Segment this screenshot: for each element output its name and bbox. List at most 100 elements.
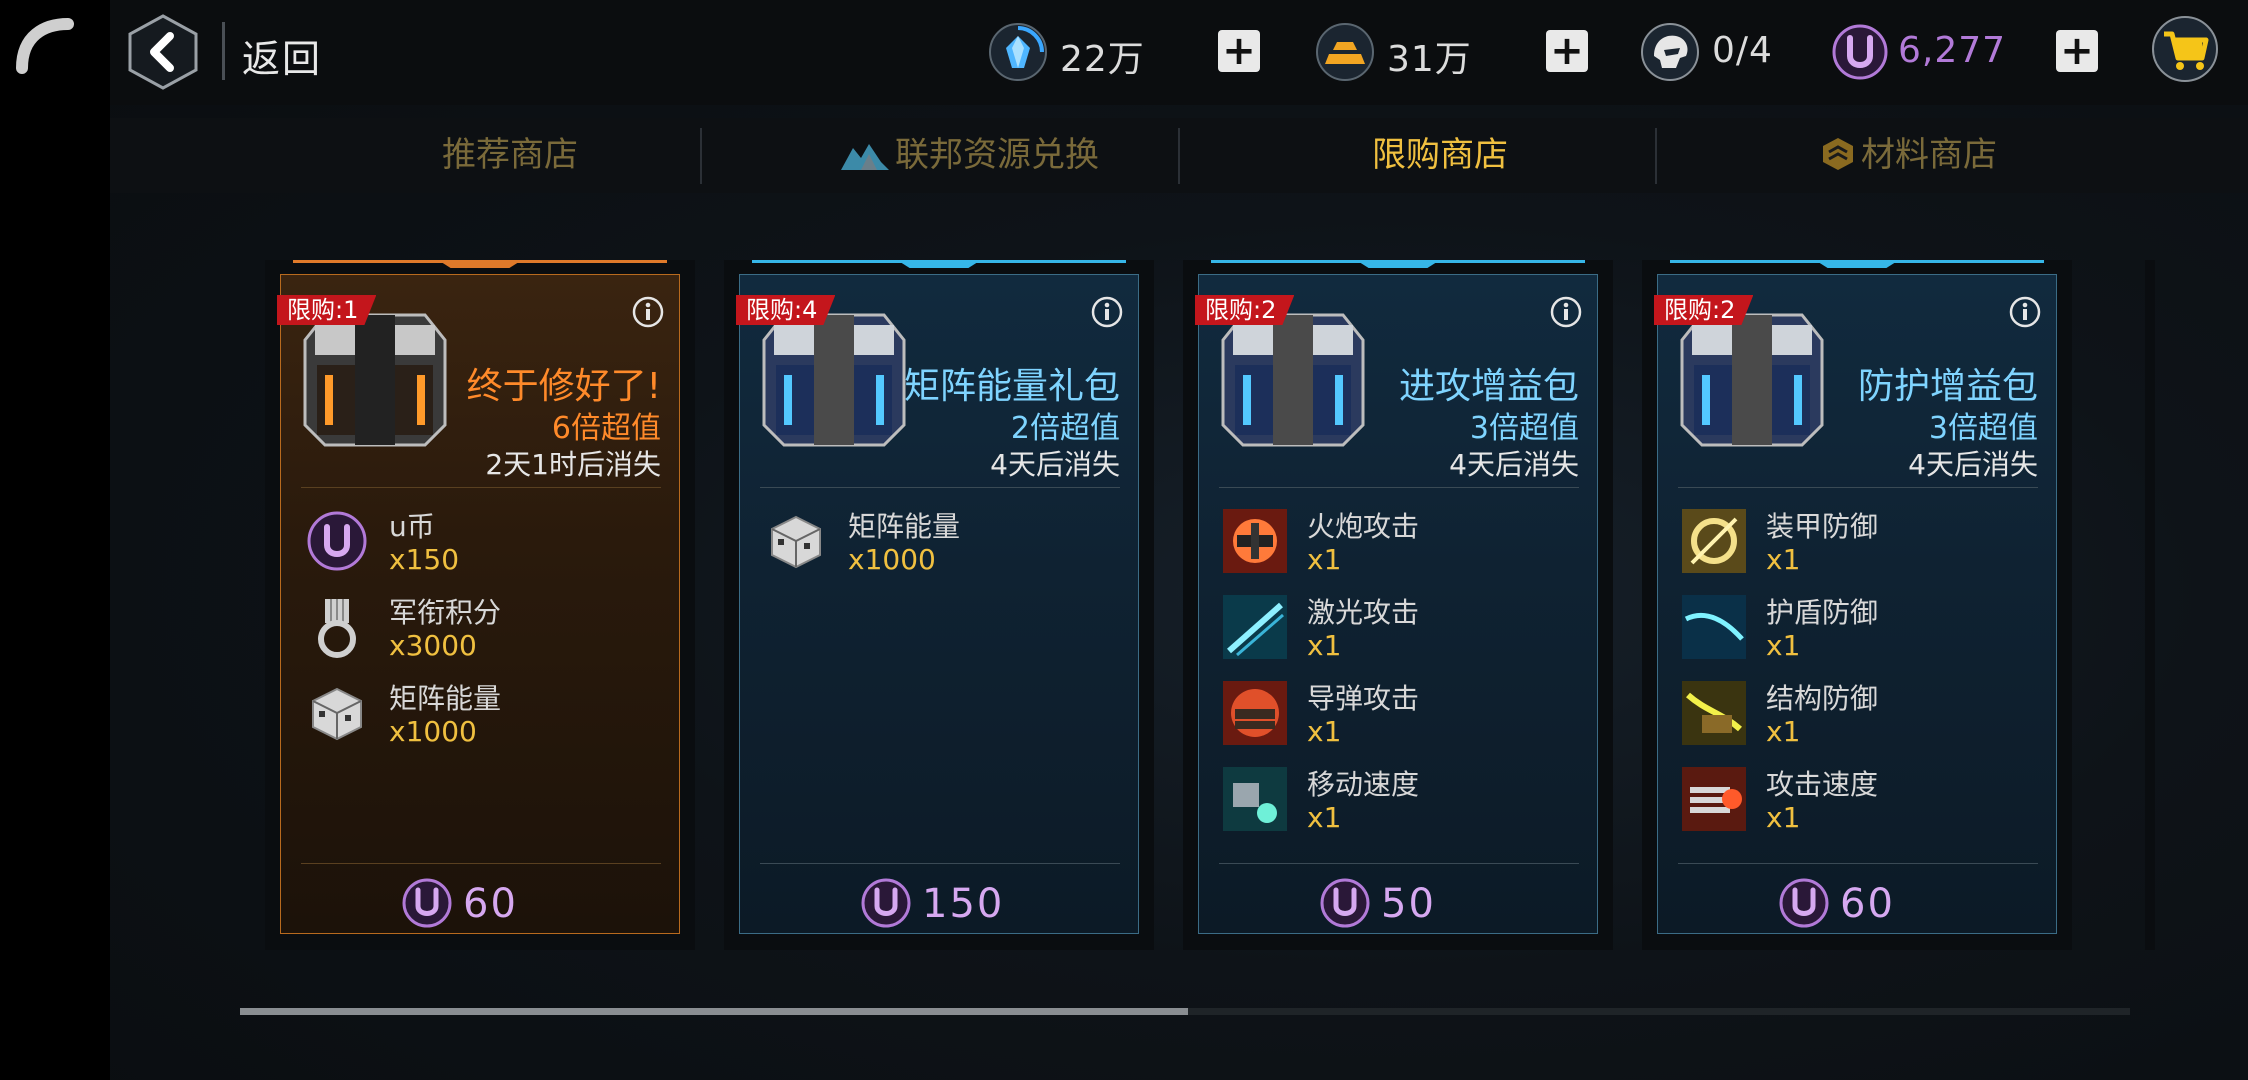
buy-button[interactable]: 150 <box>740 873 1140 933</box>
offer-card[interactable]: 限购:1 终于修好了! 6倍超值 2天1时后消失 u币 x150 军衔积分 x3… <box>265 260 695 950</box>
card-body: 限购:1 终于修好了! 6倍超值 2天1时后消失 u币 x150 军衔积分 x3… <box>277 274 681 934</box>
offer-card[interactable]: 限购:4 矩阵能量礼包 2倍超值 4天后消失 矩阵能量 x1000 150 <box>724 260 1154 950</box>
card-top-tab <box>897 260 981 268</box>
card-title: 终于修好了! <box>466 366 661 407</box>
add-crystal-button[interactable]: + <box>1218 30 1260 72</box>
tab-limited-shop[interactable]: 限购商店 <box>1230 118 1650 193</box>
item-qty: x1 <box>1307 801 1342 834</box>
tab-label: 推荐商店 <box>442 135 578 175</box>
shopping-cart-icon[interactable] <box>2150 14 2220 84</box>
buy-button[interactable]: 50 <box>1199 873 1599 933</box>
card-value: 3倍超值 <box>1469 411 1579 446</box>
missile-attack-icon <box>1223 681 1287 745</box>
info-icon[interactable] <box>1090 295 1124 329</box>
card-top-tab <box>438 260 522 268</box>
tab-label: 材料商店 <box>1861 135 1997 175</box>
back-label: 返回 <box>242 37 323 81</box>
price-amount: 150 <box>922 881 1005 927</box>
offer-card[interactable]: 限购:2 防护增益包 3倍超值 4天后消失 装甲防御 x1 护盾防御 x1 结构… <box>1642 260 2072 950</box>
list-item: 装甲防御 x1 <box>1682 505 2042 585</box>
card-title: 进攻增益包 <box>1398 366 1579 407</box>
list-item: 激光攻击 x1 <box>1223 591 1583 671</box>
tab-separator <box>1178 128 1180 184</box>
price-amount: 60 <box>1840 881 1895 927</box>
limit-badge: 限购:2 <box>1654 295 1754 325</box>
card-top-tab <box>1815 260 1899 268</box>
info-icon[interactable] <box>2008 295 2042 329</box>
medal-icon <box>318 599 356 658</box>
add-gold-button[interactable]: + <box>1546 30 1588 72</box>
matrix-cube-icon <box>312 687 362 741</box>
card-title: 矩阵能量礼包 <box>903 366 1120 407</box>
card-body: 限购:2 进攻增益包 3倍超值 4天后消失 火炮攻击 x1 激光攻击 x1 导弹… <box>1195 274 1599 934</box>
item-name: 移动速度 <box>1307 768 1420 801</box>
card-expire: 4天后消失 <box>1908 448 2038 481</box>
item-qty: x1 <box>1766 715 1801 748</box>
list-item: 护盾防御 x1 <box>1682 591 2042 671</box>
tab-separator <box>1655 128 1657 184</box>
armor-defense-icon <box>1682 509 1746 573</box>
list-item: 军衔积分 x3000 <box>305 591 665 671</box>
price-divider <box>760 863 1120 864</box>
limit-badge: 限购:4 <box>736 295 836 325</box>
item-name: 护盾防御 <box>1766 596 1879 629</box>
card-expire: 4天后消失 <box>1449 448 1579 481</box>
list-item: u币 x150 <box>305 505 665 585</box>
list-item: 矩阵能量 x1000 <box>764 505 1124 585</box>
tab-recommended-shop[interactable]: 推荐商店 <box>370 118 650 193</box>
attack-speed-icon <box>1682 767 1746 831</box>
system-swipe-icon <box>16 18 74 74</box>
list-item: 导弹攻击 x1 <box>1223 677 1583 757</box>
next-card-peek <box>2145 260 2155 950</box>
price-amount: 60 <box>463 881 518 927</box>
card-body: 限购:2 防护增益包 3倍超值 4天后消失 装甲防御 x1 护盾防御 x1 结构… <box>1654 274 2058 934</box>
back-separator <box>222 22 225 80</box>
structure-defense-icon <box>1682 681 1746 745</box>
card-value: 6倍超值 <box>551 411 661 446</box>
item-name: 攻击速度 <box>1766 768 1879 801</box>
offer-card[interactable]: 限购:2 进攻增益包 3倍超值 4天后消失 火炮攻击 x1 激光攻击 x1 导弹… <box>1183 260 1613 950</box>
pilot-count: 0/4 <box>1712 30 1773 71</box>
top-bar: 返回 22万 + 31万 + 0/4 6,277 + <box>110 0 2248 105</box>
tab-federation-exchange[interactable]: 联邦资源兑换 <box>750 118 1190 193</box>
buy-button[interactable]: 60 <box>1658 873 2058 933</box>
info-icon[interactable] <box>631 295 665 329</box>
laser-attack-icon <box>1223 595 1287 659</box>
item-qty: x1000 <box>389 715 477 748</box>
left-bezel <box>0 0 110 1080</box>
gold-amount: 31万 <box>1387 39 1472 80</box>
list-item: 攻击速度 x1 <box>1682 763 2042 843</box>
list-item: 结构防御 x1 <box>1682 677 2042 757</box>
info-icon[interactable] <box>1549 295 1583 329</box>
tab-material-shop[interactable]: 材料商店 <box>1700 118 2120 193</box>
item-name: 矩阵能量 <box>848 510 961 543</box>
card-divider <box>1219 487 1579 488</box>
card-divider <box>760 487 1120 488</box>
mountain-resource-icon <box>841 144 889 170</box>
back-button[interactable] <box>124 12 202 92</box>
crystal-icon <box>989 23 1047 81</box>
price-divider <box>1678 863 2038 864</box>
scrollbar-thumb[interactable] <box>240 1008 1188 1015</box>
item-qty: x1 <box>1307 629 1342 662</box>
move-speed-icon <box>1223 767 1287 831</box>
u-coin-icon <box>1320 878 1370 928</box>
item-qty: x150 <box>389 543 460 576</box>
u-coin-icon <box>1779 878 1829 928</box>
item-qty: x1000 <box>848 543 936 576</box>
u-coin-icon <box>861 878 911 928</box>
add-u-coin-button[interactable]: + <box>2056 30 2098 72</box>
price-amount: 50 <box>1381 881 1436 927</box>
tab-label: 限购商店 <box>1372 135 1508 175</box>
card-value: 2倍超值 <box>1010 411 1120 446</box>
item-name: 结构防御 <box>1766 682 1879 715</box>
card-value: 3倍超值 <box>1928 411 2038 446</box>
back-arrow-icon <box>128 14 198 90</box>
pilot-helmet-icon <box>1641 23 1699 81</box>
card-top-tab <box>1356 260 1440 268</box>
buy-button[interactable]: 60 <box>281 873 681 933</box>
item-name: 激光攻击 <box>1307 596 1420 629</box>
item-name: u币 <box>389 510 435 543</box>
card-title: 防护增益包 <box>1857 366 2038 407</box>
list-item: 矩阵能量 x1000 <box>305 677 665 757</box>
